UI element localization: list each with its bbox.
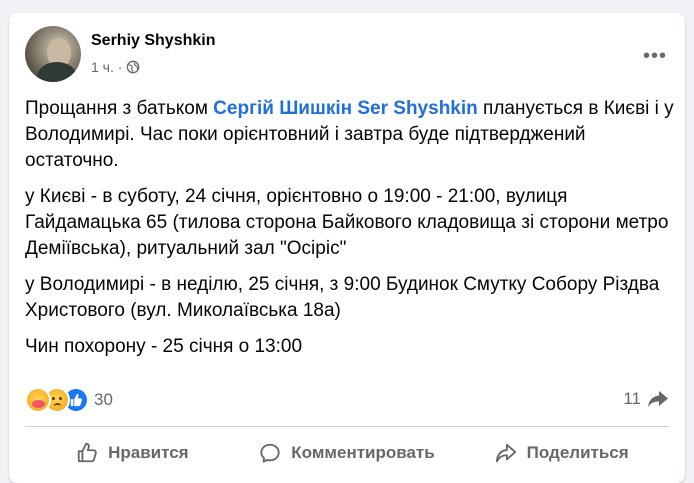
thumbs-up-icon bbox=[77, 442, 97, 463]
share-label: Поделиться bbox=[526, 443, 629, 462]
share-icon bbox=[495, 443, 516, 463]
post-paragraph: у Володимирі - в неділю, 25 січня, з 9:0… bbox=[25, 274, 660, 321]
action-bar: Нравится Комментировать Поделиться bbox=[25, 431, 669, 475]
avatar[interactable] bbox=[25, 26, 81, 82]
post-header: Serhiy Shyshkin 1 ч. · ••• bbox=[25, 26, 673, 86]
post-body: Прощання з батьком Сергій Шишкін Ser Shy… bbox=[25, 96, 675, 370]
share-count-value: 11 bbox=[623, 389, 641, 408]
avatar-body bbox=[37, 62, 77, 82]
like-button[interactable]: Нравится bbox=[25, 431, 240, 475]
share-arrow-icon bbox=[648, 391, 668, 407]
post-paragraph: у Києві - в суботу, 24 січня, орієнтовно… bbox=[25, 186, 669, 259]
post-paragraph: Прощання з батьком Сергій Шишкін Ser Shy… bbox=[25, 96, 675, 174]
post-time[interactable]: 1 ч. · bbox=[91, 59, 122, 75]
globe-icon[interactable] bbox=[126, 60, 140, 74]
like-label: Нравится bbox=[108, 443, 189, 462]
more-options-icon[interactable]: ••• bbox=[643, 46, 667, 66]
reaction-count[interactable]: 30 bbox=[94, 390, 113, 410]
comment-icon bbox=[260, 443, 280, 463]
reactions-summary[interactable]: 30 bbox=[25, 387, 113, 413]
mention-link[interactable]: Сергій Шишкін Ser Shyshkin bbox=[213, 98, 478, 119]
share-count[interactable]: 11 bbox=[623, 389, 669, 409]
comment-label: Комментировать bbox=[291, 443, 435, 462]
post-paragraph: Чин похорону - 25 січня о 13:00 bbox=[25, 336, 303, 357]
care-reaction-icon bbox=[25, 387, 51, 413]
divider bbox=[25, 426, 669, 427]
comment-button[interactable]: Комментировать bbox=[240, 431, 455, 475]
share-button[interactable]: Поделиться bbox=[454, 431, 669, 475]
post-card: Serhiy Shyshkin 1 ч. · ••• Прощання з ба… bbox=[9, 13, 685, 483]
author-name[interactable]: Serhiy Shyshkin bbox=[91, 32, 216, 50]
post-meta: 1 ч. · bbox=[91, 59, 140, 75]
paragraph-text: Прощання з батьком bbox=[25, 98, 214, 119]
